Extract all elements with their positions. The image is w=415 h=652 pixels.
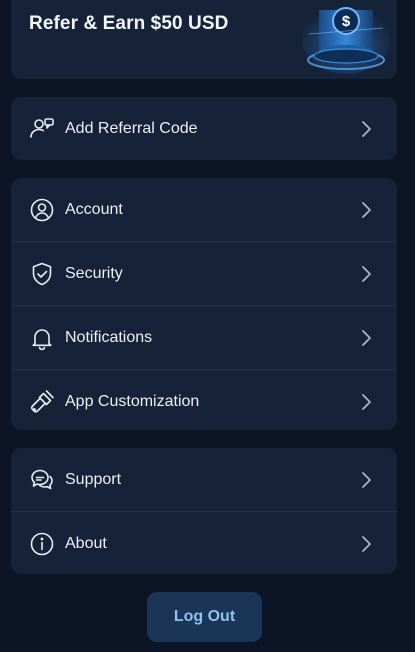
chevron-right-icon	[362, 535, 371, 552]
coin-cylinder-illustration: $	[302, 6, 390, 74]
chevron-right-icon	[362, 201, 371, 218]
log-out-button[interactable]: Log Out	[147, 592, 262, 642]
support-label: Support	[65, 470, 122, 488]
bell-icon	[29, 325, 55, 351]
support-row[interactable]: Support	[11, 448, 397, 511]
security-label: Security	[65, 264, 123, 282]
chevron-right-icon	[362, 265, 371, 282]
add-referral-code-row[interactable]: Add Referral Code	[11, 97, 397, 160]
security-row[interactable]: Security	[11, 241, 397, 305]
paintbrush-icon	[29, 389, 55, 415]
refer-earn-banner[interactable]: Refer & Earn $50 USD $	[11, 0, 397, 79]
user-add-icon	[29, 116, 55, 142]
chat-bubbles-icon	[29, 467, 55, 493]
notifications-label: Notifications	[65, 328, 153, 346]
promo-title: Refer & Earn $50 USD	[29, 13, 229, 34]
about-row[interactable]: About	[11, 511, 397, 574]
app-customization-label: App Customization	[65, 392, 200, 410]
about-label: About	[65, 534, 107, 552]
coin-dollar-symbol: $	[342, 13, 351, 30]
info-circle-icon	[29, 531, 55, 557]
account-row[interactable]: Account	[11, 178, 397, 241]
app-customization-row[interactable]: App Customization	[11, 369, 397, 430]
chevron-right-icon	[362, 393, 371, 410]
chevron-right-icon	[362, 471, 371, 488]
chevron-right-icon	[362, 120, 371, 137]
referral-section: Add Referral Code	[11, 97, 397, 160]
shield-check-icon	[29, 261, 55, 287]
account-label: Account	[65, 200, 123, 218]
support-section: Support About	[11, 448, 397, 574]
account-settings-section: Account Security Notifications App Custo…	[11, 178, 397, 430]
user-circle-icon	[29, 197, 55, 223]
chevron-right-icon	[362, 329, 371, 346]
add-referral-code-label: Add Referral Code	[65, 119, 198, 137]
notifications-row[interactable]: Notifications	[11, 305, 397, 369]
